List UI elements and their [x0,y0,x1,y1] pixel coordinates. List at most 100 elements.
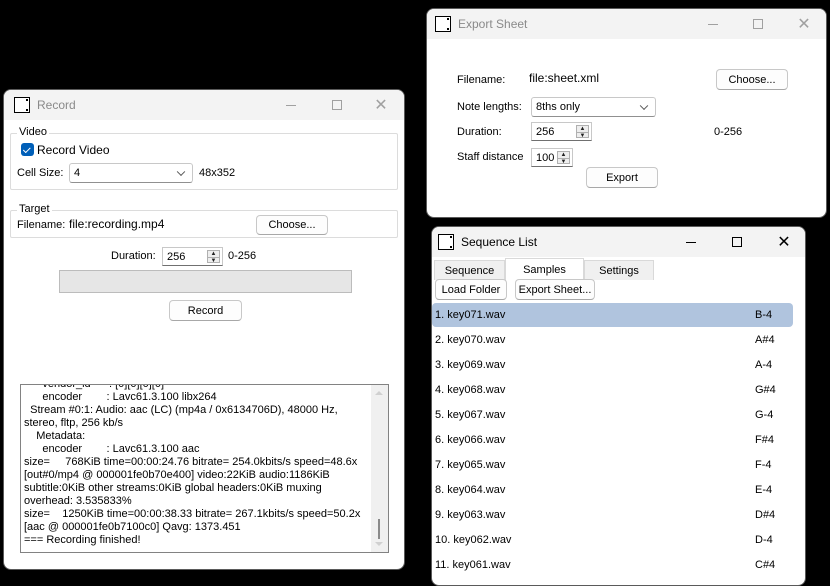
sample-row[interactable]: 6. key066.wav F#4 [432,428,793,452]
log-line: vendor_id : [0][0][0][0] [24,384,165,390]
log-line: Metadata: [24,430,86,442]
duration-range: 0-256 [228,250,257,262]
staff-distance-spinbox[interactable]: 100 ▲ ▼ [531,148,573,167]
record-titlebar[interactable]: Record ✕ [4,90,404,120]
sample-note: D#4 [755,509,776,521]
load-folder-button[interactable]: Load Folder [435,279,507,300]
sample-name: 11. key061.wav [435,559,511,571]
sample-row[interactable]: 5. key067.wav G-4 [432,403,793,427]
staff-distance-value: 100 [536,151,555,164]
close-button[interactable]: ✕ [761,227,805,257]
cell-size-value: 4 [74,167,81,179]
duration-label: Duration: [457,126,502,138]
resolution-label: 48x352 [199,167,236,179]
spin-arrows[interactable]: ▲ ▼ [576,125,589,139]
record-button[interactable]: Record [169,300,242,321]
video-group: Video Record Video Cell Size: 4 48x352 [10,126,398,190]
export-sheet-button[interactable]: Export Sheet... [515,279,595,300]
spin-down-icon[interactable]: ▼ [208,257,219,264]
sample-row[interactable]: 8. key064.wav E-4 [432,478,793,502]
app-icon [435,16,451,32]
chevron-down-icon [176,167,186,177]
log-line: encoder : Lavc61.3.100 libx264 [24,391,217,403]
cell-size-label: Cell Size: [17,167,64,179]
close-icon: ✕ [797,14,811,33]
sample-row[interactable]: 11. key061.wav C#4 [432,553,793,577]
app-icon [438,234,454,250]
minimize-button[interactable] [690,9,736,39]
sample-row[interactable]: 1. key071.wav B-4 [432,303,793,327]
sample-name: 7. key065.wav [435,459,506,471]
maximize-button[interactable] [735,9,781,39]
sample-note: C#4 [755,559,776,571]
scroll-thumb[interactable] [378,519,380,539]
spin-arrows[interactable]: ▲ ▼ [557,151,570,165]
samples-list[interactable]: 1. key071.wav B-4 2. key070.wav A#4 3. key06… [432,303,793,585]
maximize-button[interactable] [714,227,760,257]
target-group-title: Target [17,203,52,215]
window-title: Export Sheet [458,17,528,31]
sample-note: B-4 [755,309,773,321]
export-titlebar[interactable]: Export Sheet ✕ [427,9,826,39]
sample-row[interactable]: 2. key070.wav A#4 [432,328,793,352]
staff-distance-label: Staff distance [457,151,524,163]
note-lengths-label: Note lengths: [457,101,522,113]
minimize-button[interactable] [268,90,314,120]
note-lengths-value: 8ths only [536,101,581,113]
tab-samples[interactable]: Samples [505,258,584,280]
choose-button[interactable]: Choose... [716,69,788,90]
sample-row[interactable]: 7. key065.wav F-4 [432,453,793,477]
minimize-icon [708,23,718,25]
sample-name: 8. key064.wav [435,484,506,496]
record-window: Record ✕ Video Record Video Cell Size: 4… [3,89,405,570]
choose-button[interactable]: Choose... [256,215,328,235]
duration-spinbox[interactable]: 256 ▲ ▼ [162,247,223,266]
sample-note: G-4 [755,409,774,421]
log-line: [aac @ 000001fe0b7100c0] Qavg: 1373.451 [24,521,241,533]
log-line: Stream #0:1: Audio: aac (LC) (mp4a / 0x6… [24,404,341,429]
close-button[interactable]: ✕ [358,90,404,120]
close-button[interactable]: ✕ [781,9,826,39]
cell-size-combo[interactable]: 4 [69,163,193,183]
log-scrollbar[interactable] [371,385,388,552]
spin-down-icon[interactable]: ▼ [558,158,569,165]
export-button[interactable]: Export [586,167,658,188]
log-line: size= 768KiB time=00:00:24.76 bitrate= 2… [24,456,358,468]
sample-note: A#4 [755,334,775,346]
tab-bar: Sequence Samples Settings [434,258,654,280]
spin-arrows[interactable]: ▲ ▼ [207,250,220,264]
tab-sequence[interactable]: Sequence [434,260,505,280]
log-line: encoder : Lavc61.3.100 aac [24,443,200,455]
sample-note: G#4 [755,384,776,396]
tab-settings[interactable]: Settings [584,260,654,280]
log-output[interactable]: vendor_id : [0][0][0][0] encoder : Lavc6… [20,384,389,553]
chevron-down-icon [639,101,649,111]
sequence-titlebar[interactable]: Sequence List ✕ [432,227,805,257]
spin-down-icon[interactable]: ▼ [577,132,588,139]
filename-label: Filename: [457,74,506,86]
sample-note: F-4 [755,459,772,471]
sample-name: 2. key070.wav [435,334,506,346]
duration-label: Duration: [111,250,156,262]
minimize-button[interactable] [668,227,714,257]
sample-row[interactable]: 3. key069.wav A-4 [432,353,793,377]
scroll-down-icon[interactable] [375,542,383,546]
sample-row[interactable]: 10. key062.wav D-4 [432,528,793,552]
maximize-button[interactable] [314,90,360,120]
filename-label: Filename: [17,219,66,231]
scroll-up-icon[interactable] [375,391,383,395]
record-video-label: Record Video [37,143,110,157]
minimize-icon [286,104,296,106]
duration-range: 0-256 [714,126,743,138]
sample-row[interactable]: 4. key068.wav G#4 [432,378,793,402]
log-line: === Recording finished! [24,534,141,546]
sample-name: 10. key062.wav [435,534,512,546]
duration-spinbox[interactable]: 256 ▲ ▼ [531,122,592,141]
sample-row[interactable]: 9. key063.wav D#4 [432,503,793,527]
sample-note: D-4 [755,534,773,546]
sample-note: F#4 [755,434,774,446]
sample-name: 9. key063.wav [435,509,506,521]
record-video-checkbox[interactable] [21,143,34,156]
note-lengths-combo[interactable]: 8ths only [531,97,656,117]
sample-name: 1. key071.wav [435,309,506,321]
